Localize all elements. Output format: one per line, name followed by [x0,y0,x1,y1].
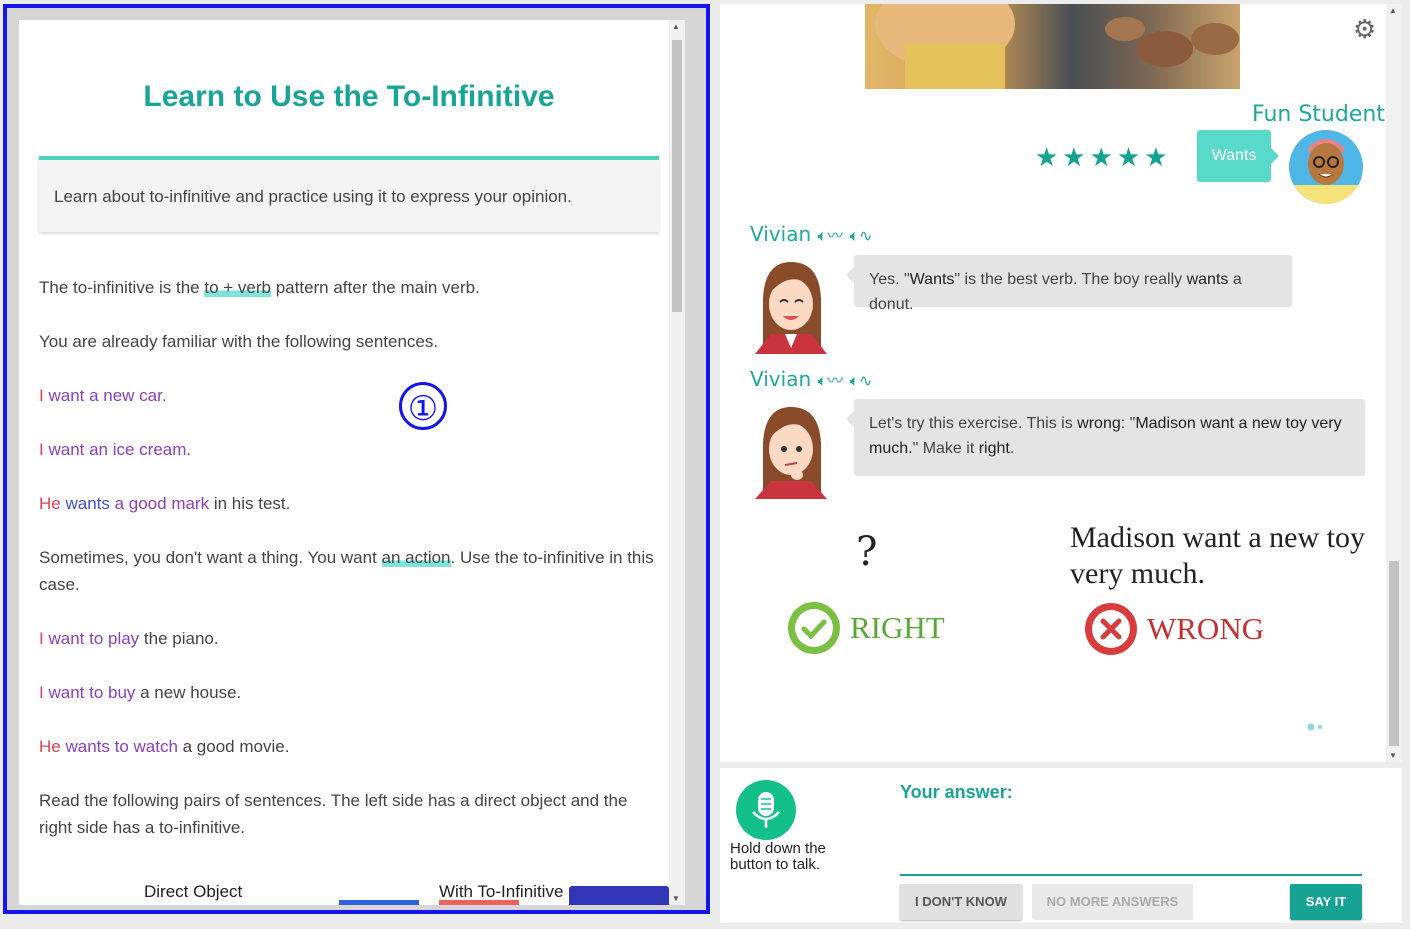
right-option-label[interactable]: RIGHT [850,610,945,646]
scroll-up-icon[interactable]: ▲ [1389,6,1397,15]
lesson-scrollbar-thumb[interactable] [672,40,682,312]
paragraph-action: Sometimes, you don't want a thing. You w… [39,548,654,594]
tutor-avatar-art [755,262,827,354]
example-sentence: He wants a good mark in his test. [39,494,291,513]
scroll-up-icon[interactable]: ▲ [672,22,680,31]
mic-hint: Hold down the button to talk. [730,840,826,873]
example-sentence: I want to buy a new house. [39,683,242,702]
scene-photo [865,4,1240,89]
tutor-avatar-art [755,407,827,499]
speaker-slow-icon[interactable]: 🔈︎∿ [849,226,872,245]
student-avatar [1289,130,1363,204]
lesson-frame: Learn to Use the To-Infinitive Learn abo… [3,4,710,914]
scroll-down-icon[interactable]: ▼ [1389,751,1397,760]
settings-gear-icon[interactable]: ⚙ [1353,14,1376,45]
example-sentence: I want an ice cream. [39,440,192,459]
student-avatar-art [1289,139,1363,204]
exercise-sentence: Madison want a new toy very much. [1070,521,1365,590]
dont-know-button[interactable]: I DON'T KNOW [900,884,1022,920]
scene-photo-art [875,4,1239,89]
highlight-an-action: an action [381,548,451,567]
answer-label: Your answer: [900,782,1013,802]
lesson-summary: Learn about to-infinitive and practice u… [54,187,572,206]
color-bar [339,900,419,905]
scroll-down-icon[interactable]: ▼ [672,894,680,903]
example-sentence: I want a new car. [39,386,167,405]
student-reply-bubble: Wants [1197,130,1279,182]
student-name: Fun Student [1252,102,1385,127]
example-sentence: I want to play the piano. [39,629,219,648]
column-header-to-infinitive: With To-Infinitive [439,882,564,901]
right-check-icon[interactable] [788,602,840,654]
tutor-name: Vivian 🔈︎〰 🔈︎∿ [750,367,873,391]
paragraph-pairs: Read the following pairs of sentences. T… [39,791,628,837]
tutor-message-bubble: Yes. "Wants" is the best verb. The boy r… [846,255,1292,313]
lesson-scrollbar[interactable]: ▲ ▼ [669,20,685,905]
tutor-avatar [745,403,837,499]
tutor-message-bubble: Let's try this exercise. This is wrong: … [846,399,1365,476]
lesson-summary-box: Learn about to-infinitive and practice u… [39,156,659,232]
no-more-answers-button[interactable]: NO MORE ANSWERS [1032,884,1193,920]
speaker-normal-icon[interactable]: 🔈︎〰 [817,371,843,390]
highlight-to-verb: to + verb [204,278,271,297]
microphone-icon [752,792,780,828]
conversation-panel: ⚙ Fun Student ★★★★★ Wants Vivian 🔈︎〰 🔈︎∿ [720,4,1402,762]
speaker-slow-icon[interactable]: 🔈︎∿ [849,371,872,390]
wrong-x-icon[interactable] [1085,603,1137,655]
color-bar [569,886,669,905]
question-mark: ? [856,529,878,575]
color-bar [439,900,519,905]
column-header-direct-object: Direct Object [144,882,243,901]
answer-panel: Hold down the button to talk. Your answe… [720,768,1402,923]
check-icon [795,609,833,647]
lesson-title: Learn to Use the To-Infinitive [143,80,555,113]
step-marker: ① [399,382,447,430]
star-rating: ★★★★★ [1035,142,1172,172]
lesson-content: Learn to Use the To-Infinitive Learn abo… [19,20,681,905]
speaker-normal-icon[interactable]: 🔈︎〰 [817,226,843,245]
example-sentence: He wants to watch a good movie. [39,737,290,756]
tutor-avatar [745,258,837,354]
paragraph-intro: The to-infinitive is the to + verb patte… [39,278,480,297]
x-icon [1092,610,1130,648]
conversation-scrollbar-thumb[interactable] [1389,561,1399,746]
pagination-dots [1307,723,1322,731]
say-it-button[interactable]: SAY IT [1290,884,1362,920]
paragraph-familiar: You are already familiar with the follow… [39,332,439,351]
wrong-option-label[interactable]: WRONG [1147,611,1264,647]
tutor-name: Vivian 🔈︎〰 🔈︎∿ [750,222,873,246]
answer-input[interactable] [900,810,1362,876]
conversation-scrollbar[interactable]: ▲ ▼ [1386,4,1402,762]
microphone-button[interactable] [736,780,796,840]
